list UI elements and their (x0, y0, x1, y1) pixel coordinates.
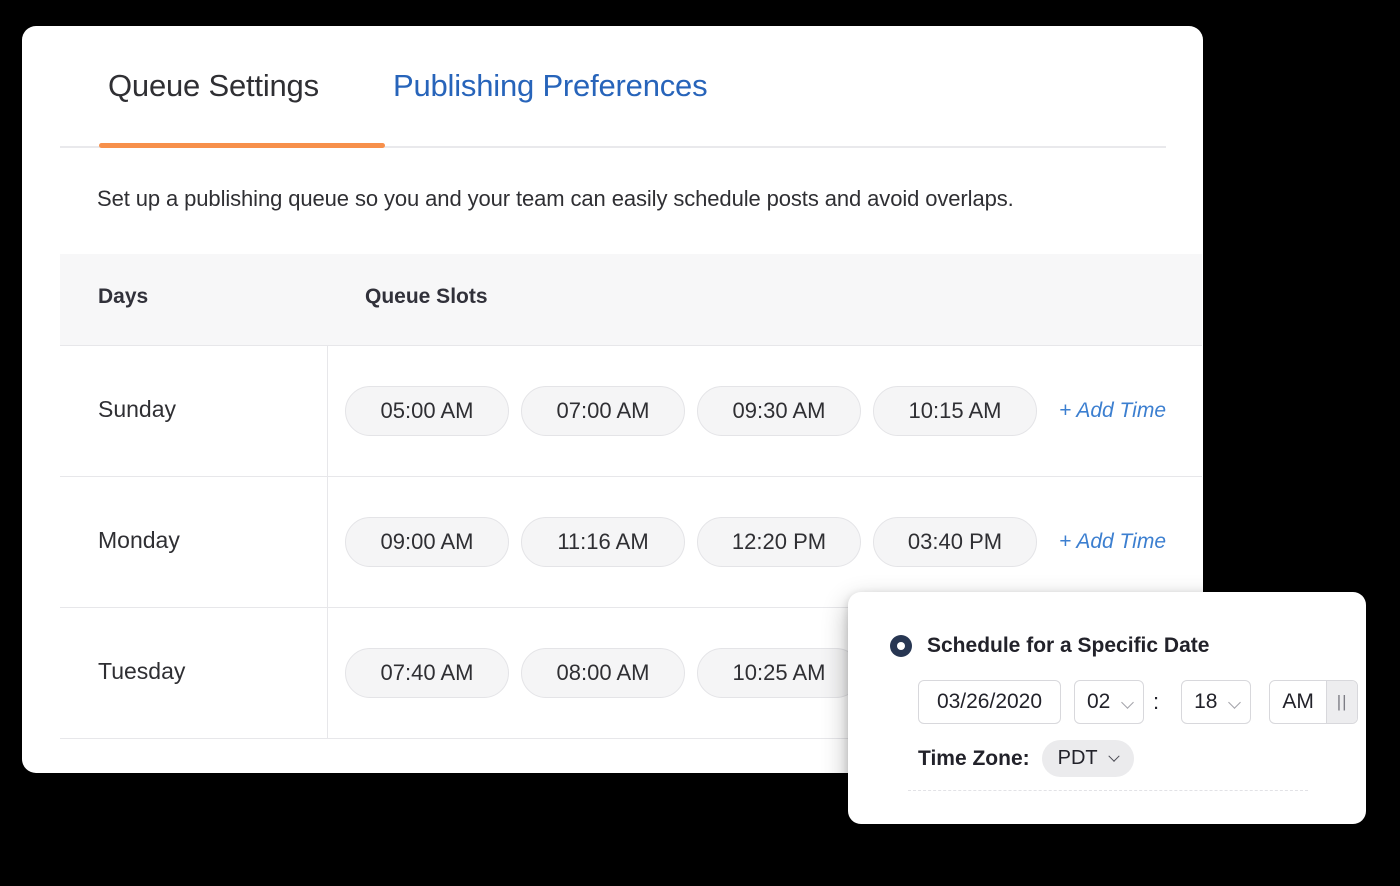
day-label: Sunday (98, 396, 177, 422)
popup-dashed-divider (908, 790, 1308, 791)
timezone-row: Time Zone: PDT (918, 740, 1134, 777)
slot-list: 09:00 AM 11:16 AM 12:20 PM 03:40 PM + Ad… (345, 509, 1166, 575)
column-divider (327, 608, 328, 738)
add-time-link[interactable]: + Add Time (1059, 530, 1166, 554)
table-header-row: Days Queue Slots (60, 254, 1202, 346)
datetime-field-group: 02 : 18 AM || (918, 680, 1359, 724)
hour-select[interactable]: 02 (1074, 680, 1144, 724)
page-description: Set up a publishing queue so you and you… (97, 186, 1014, 211)
minute-value: 18 (1194, 690, 1218, 713)
timezone-value: PDT (1057, 747, 1098, 769)
time-slot-pill[interactable]: 10:15 AM (873, 386, 1037, 436)
meridiem-value[interactable]: AM (1270, 681, 1326, 723)
screen: Queue Settings Publishing Preferences Se… (0, 0, 1400, 886)
hour-value: 02 (1087, 690, 1111, 713)
time-colon-separator: : (1153, 689, 1160, 714)
schedule-date-popup: Schedule for a Specific Date 02 : 18 AM … (848, 592, 1366, 824)
time-slot-pill[interactable]: 11:16 AM (521, 517, 685, 567)
radio-selected-icon[interactable] (890, 635, 912, 657)
schedule-specific-date-option[interactable]: Schedule for a Specific Date (890, 634, 1209, 658)
timezone-label: Time Zone: (918, 746, 1030, 770)
table-row: Monday 09:00 AM 11:16 AM 12:20 PM 03:40 … (60, 477, 1202, 608)
time-slot-pill[interactable]: 09:30 AM (697, 386, 861, 436)
add-time-link[interactable]: + Add Time (1059, 399, 1166, 423)
time-slot-pill[interactable]: 08:00 AM (521, 648, 685, 698)
timezone-select[interactable]: PDT (1041, 740, 1134, 777)
tab-active-underline (99, 143, 385, 148)
date-input[interactable] (918, 680, 1061, 724)
meridiem-stepper: AM || (1269, 680, 1359, 724)
time-slot-pill[interactable]: 07:40 AM (345, 648, 509, 698)
slot-list: 05:00 AM 07:00 AM 09:30 AM 10:15 AM + Ad… (345, 378, 1166, 444)
tab-queue-settings[interactable]: Queue Settings (108, 68, 319, 104)
minute-select[interactable]: 18 (1181, 680, 1252, 724)
day-label: Tuesday (98, 658, 186, 684)
schedule-specific-date-label: Schedule for a Specific Date (927, 634, 1210, 657)
time-slot-pill[interactable]: 12:20 PM (697, 517, 861, 567)
column-header-days: Days (98, 285, 149, 308)
spinner-handle-icon[interactable]: || (1326, 681, 1358, 723)
tab-bar: Queue Settings Publishing Preferences (22, 26, 1203, 148)
day-label: Monday (98, 527, 180, 553)
time-slot-pill[interactable]: 10:25 AM (697, 648, 861, 698)
chevron-down-icon (1121, 696, 1134, 709)
tab-publishing-preferences[interactable]: Publishing Preferences (393, 68, 708, 104)
time-slot-pill[interactable]: 09:00 AM (345, 517, 509, 567)
column-divider (327, 346, 328, 476)
time-slot-pill[interactable]: 07:00 AM (521, 386, 685, 436)
column-header-queue-slots: Queue Slots (365, 285, 488, 308)
table-row: Sunday 05:00 AM 07:00 AM 09:30 AM 10:15 … (60, 346, 1202, 477)
time-slot-pill[interactable]: 03:40 PM (873, 517, 1037, 567)
chevron-down-icon (1107, 750, 1120, 762)
column-divider (327, 477, 328, 607)
slot-list: 07:40 AM 08:00 AM 10:25 AM (345, 640, 861, 706)
chevron-down-icon (1228, 696, 1241, 709)
time-slot-pill[interactable]: 05:00 AM (345, 386, 509, 436)
